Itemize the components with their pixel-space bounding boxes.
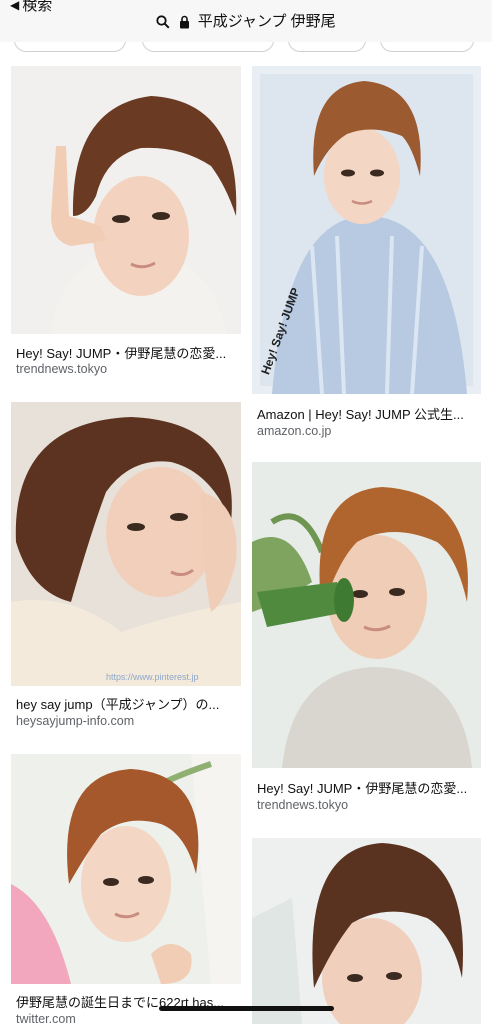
- filter-chips-row: [0, 42, 492, 56]
- image-result-card[interactable]: [252, 838, 482, 1024]
- home-indicator[interactable]: [159, 1006, 334, 1011]
- filter-chip[interactable]: [142, 42, 274, 52]
- browser-top-bar: ◀ 検索 平成ジャンプ 伊野尾: [0, 0, 492, 42]
- search-icon: [156, 15, 170, 29]
- result-source: amazon.co.jp: [257, 424, 332, 438]
- filter-chip[interactable]: [14, 42, 126, 52]
- image-watermark-text: https://www.pinterest.jp: [106, 672, 199, 682]
- result-title[interactable]: Hey! Say! JUMP・伊野尾慧の恋愛...: [257, 778, 479, 797]
- image-result-card[interactable]: Hey! Say! JUMP Amazon | Hey! Say! JUMP 公…: [252, 66, 482, 446]
- filter-chip[interactable]: [288, 42, 366, 52]
- url-text: 平成ジャンプ 伊野尾: [197, 13, 336, 30]
- result-thumbnail[interactable]: [11, 66, 241, 334]
- result-source: trendnews.tokyo: [16, 362, 108, 376]
- url-bar[interactable]: 平成ジャンプ 伊野尾: [0, 10, 492, 31]
- image-result-card[interactable]: Hey! Say! JUMP・伊野尾慧の恋愛... trendnews.toky…: [252, 462, 482, 822]
- result-source: heysayjump-info.com: [16, 714, 135, 728]
- result-thumbnail[interactable]: [11, 754, 241, 984]
- result-title[interactable]: Amazon | Hey! Say! JUMP 公式生...: [257, 404, 479, 423]
- result-thumbnail[interactable]: [252, 462, 481, 768]
- result-title[interactable]: Hey! Say! JUMP・伊野尾慧の恋愛...: [16, 343, 238, 362]
- filter-chip[interactable]: [380, 42, 474, 52]
- result-thumbnail[interactable]: [252, 838, 481, 1024]
- image-result-card[interactable]: Hey! Say! JUMP・伊野尾慧の恋愛... trendnews.toky…: [11, 66, 241, 386]
- result-title[interactable]: hey say jump（平成ジャンプ）の...: [16, 694, 238, 713]
- result-source: trendnews.tokyo: [257, 798, 349, 812]
- image-result-card[interactable]: 伊野尾慧の誕生日までに622rt has... twitter.com: [11, 754, 241, 1026]
- image-result-card[interactable]: https://www.pinterest.jp hey say jump（平成…: [11, 402, 241, 738]
- result-thumbnail[interactable]: Hey! Say! JUMP: [252, 66, 481, 394]
- lock-icon: [179, 15, 190, 29]
- result-thumbnail[interactable]: https://www.pinterest.jp: [11, 402, 241, 686]
